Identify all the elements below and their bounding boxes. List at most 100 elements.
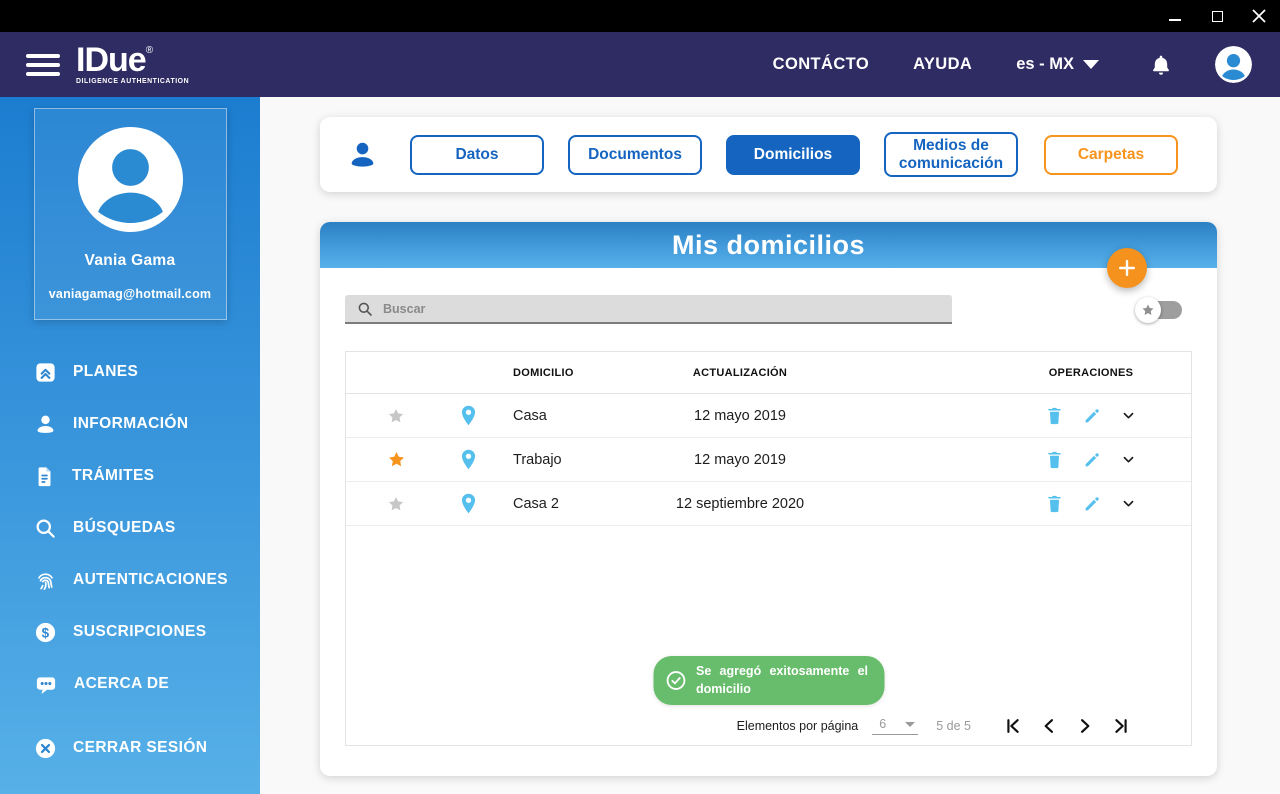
registered-mark: ®: [145, 45, 154, 57]
sidebar-item-tramites[interactable]: TRÁMITES: [34, 464, 260, 488]
prev-page-button[interactable]: [1039, 716, 1059, 736]
circle-x-icon: [35, 738, 56, 758]
language-label: es - MX: [1016, 55, 1074, 73]
bell-icon[interactable]: [1149, 52, 1173, 78]
check-circle-icon: [666, 671, 685, 690]
chevron-down-icon: [1083, 60, 1099, 69]
chat-icon: [36, 676, 56, 694]
close-icon[interactable]: [1238, 0, 1280, 32]
favorites-filter-toggle[interactable]: [1135, 296, 1182, 323]
table-row: Casa 12 mayo 2019: [346, 394, 1191, 438]
star-icon[interactable]: [387, 407, 405, 425]
sidebar-menu: PLANES INFORMACIÓN TRÁMITES BÚSQUEDAS AU…: [0, 360, 260, 760]
tab-datos[interactable]: Datos: [410, 134, 544, 175]
minimize-icon[interactable]: [1154, 0, 1196, 32]
toast-message: Se agregó exitosamente el domicilio: [696, 664, 868, 696]
first-page-button[interactable]: [1003, 716, 1023, 736]
logo-tagline: DILIGENCE AUTHENTICATION: [76, 78, 190, 86]
sidebar-item-informacion[interactable]: INFORMACIÓN: [34, 412, 260, 436]
page-title: Mis domicilios: [671, 229, 866, 260]
next-page-button[interactable]: [1075, 716, 1095, 736]
chevron-down-icon: [1123, 456, 1134, 463]
delete-button[interactable]: [1046, 450, 1063, 470]
first-page-icon: [1007, 719, 1019, 733]
expand-row-button[interactable]: [1121, 496, 1136, 511]
chevron-down-icon: [905, 721, 916, 727]
pager-controls: [1003, 716, 1131, 736]
domicilio-updated: 12 mayo 2019: [694, 407, 786, 424]
hamburger-icon[interactable]: [26, 53, 60, 76]
search-row: [345, 295, 1192, 324]
sidebar-item-label: AUTENTICACIONES: [73, 571, 228, 588]
add-domicilio-button[interactable]: [1107, 248, 1147, 288]
tab-documentos[interactable]: Documentos: [568, 134, 702, 175]
edit-pencil-icon: [1085, 496, 1099, 510]
domicilios-table: DOMICILIO ACTUALIZACIÓN OPERACIONES Casa…: [345, 351, 1192, 746]
last-page-icon: [1115, 719, 1127, 733]
sidebar-item-suscripciones[interactable]: $ SUSCRIPCIONES: [34, 620, 260, 644]
profile-name: Vania Gama: [84, 252, 176, 269]
location-pin-icon: [461, 405, 475, 426]
svg-text:$: $: [42, 625, 50, 640]
table-header-row: DOMICILIO ACTUALIZACIÓN OPERACIONES: [346, 352, 1191, 394]
edit-button[interactable]: [1083, 495, 1101, 513]
domicilios-card: Mis domicilios DOMICILIO: [320, 222, 1217, 776]
prev-page-icon: [1044, 719, 1053, 733]
domicilio-updated: 12 septiembre 2020: [675, 495, 805, 512]
trash-icon: [1048, 451, 1061, 468]
star-icon[interactable]: [387, 450, 406, 469]
search-icon: [358, 302, 372, 316]
fingerprint-icon: [38, 572, 53, 590]
main-content: Datos Documentos Domicilios Medios de co…: [260, 97, 1280, 794]
search-input[interactable]: [383, 301, 940, 316]
delete-button[interactable]: [1046, 494, 1063, 514]
maximize-icon[interactable]: [1196, 0, 1238, 32]
sidebar-item-label: CERRAR SESIÓN: [73, 739, 208, 756]
column-header-actualizacion: ACTUALIZACIÓN: [692, 366, 788, 379]
sidebar-item-cerrar-sesion[interactable]: CERRAR SESIÓN: [34, 736, 260, 760]
edit-button[interactable]: [1083, 407, 1101, 425]
dollar-circle-icon: $: [35, 622, 56, 642]
person-icon: [347, 139, 378, 170]
delete-button[interactable]: [1046, 406, 1063, 426]
sidebar-item-acerca-de[interactable]: ACERCA DE: [34, 672, 260, 696]
sidebar-item-autenticaciones[interactable]: AUTENTICACIONES: [34, 568, 260, 592]
toggle-knob: [1135, 296, 1161, 323]
table-row: Casa 2 12 septiembre 2020: [346, 482, 1191, 526]
nav-link-contact[interactable]: CONTÁCTO: [773, 55, 869, 74]
user-avatar[interactable]: [1215, 46, 1252, 83]
star-icon: [1142, 304, 1154, 315]
search-box[interactable]: [345, 295, 952, 324]
nav-link-help[interactable]: AYUDA: [913, 55, 972, 74]
logo-text: IDue: [76, 41, 147, 80]
profile-card: Vania Gama vaniagamag@hotmail.com: [33, 108, 227, 320]
expand-row-button[interactable]: [1121, 452, 1136, 467]
language-selector[interactable]: es - MX: [1016, 55, 1099, 74]
column-header-operaciones: OPERACIONES: [1048, 366, 1134, 379]
sidebar: Vania Gama vaniagamag@hotmail.com PLANES…: [0, 97, 260, 794]
edit-button[interactable]: [1083, 451, 1101, 469]
domicilio-updated: 12 mayo 2019: [694, 451, 786, 468]
avatar: [77, 127, 183, 232]
items-per-page-select[interactable]: 6: [872, 717, 919, 735]
domicilio-name: Trabajo: [513, 451, 562, 468]
trash-icon: [1048, 495, 1061, 512]
expand-row-button[interactable]: [1121, 408, 1136, 423]
sidebar-item-busquedas[interactable]: BÚSQUEDAS: [34, 516, 260, 540]
plus-icon: [1118, 259, 1136, 277]
sidebar-item-label: INFORMACIÓN: [73, 415, 189, 432]
chevron-down-icon: [1123, 500, 1134, 507]
top-navbar: IDue® DILIGENCE AUTHENTICATION CONTÁCTO …: [0, 32, 1280, 97]
sidebar-item-planes[interactable]: PLANES: [34, 360, 260, 384]
tab-medios-de-comunicacion[interactable]: Medios de comunicación: [884, 131, 1018, 178]
tab-carpetas[interactable]: Carpetas: [1044, 134, 1178, 175]
sidebar-item-label: TRÁMITES: [72, 467, 155, 484]
edit-pencil-icon: [1085, 452, 1099, 466]
tab-domicilios[interactable]: Domicilios: [726, 134, 860, 175]
star-icon[interactable]: [387, 495, 405, 513]
domicilio-name: Casa 2: [513, 495, 559, 512]
sidebar-item-label: SUSCRIPCIONES: [73, 623, 207, 640]
sidebar-item-label: BÚSQUEDAS: [73, 519, 176, 536]
document-icon: [38, 466, 51, 486]
last-page-button[interactable]: [1111, 716, 1131, 736]
